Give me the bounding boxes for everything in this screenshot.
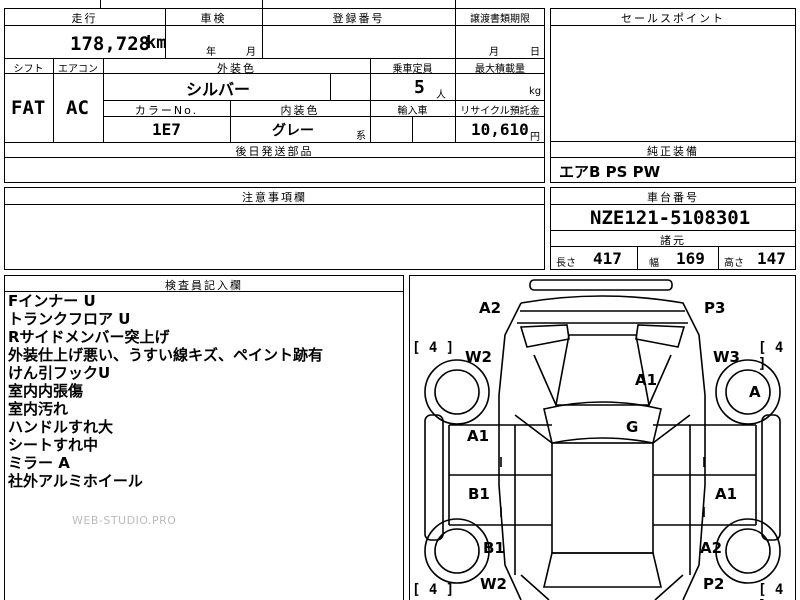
mark-w3-front-right: W3 bbox=[713, 348, 740, 366]
tread-rear-right: [ 4 ] bbox=[758, 582, 784, 600]
factory-equipment-value: エアB PS PW bbox=[559, 163, 661, 181]
tread-value: 4 bbox=[774, 340, 784, 356]
aircon-value: AC bbox=[66, 97, 89, 119]
interior-color-header: 内装色 bbox=[280, 104, 320, 117]
specs-header: 諸元 bbox=[660, 234, 686, 247]
height-value: 147 bbox=[757, 249, 786, 268]
length-value: 417 bbox=[593, 249, 622, 268]
exterior-color-header: 外装色 bbox=[217, 62, 256, 75]
inspection-year: 年 bbox=[206, 47, 216, 58]
mark-b1-left-rear-door: B1 bbox=[468, 485, 490, 503]
recycle-value: 10,610 bbox=[471, 120, 529, 139]
capacity-value: 5 bbox=[414, 77, 425, 98]
mark-a-front-right-wheel: A bbox=[749, 383, 761, 401]
note-line: ミラー A bbox=[8, 454, 70, 472]
max-load-header: 最大積載量 bbox=[475, 64, 525, 75]
shift-header: シフト bbox=[13, 64, 44, 75]
exterior-color-value: シルバー bbox=[186, 80, 251, 99]
sales-point-header: セールスポイント bbox=[621, 12, 725, 25]
tread-front-left: [ 4 ] bbox=[412, 340, 455, 356]
width-value: 169 bbox=[676, 249, 705, 268]
transfer-day: 日 bbox=[530, 47, 540, 58]
note-line: 室内内張傷 bbox=[8, 382, 84, 400]
tread-value: 4 bbox=[774, 582, 784, 598]
plate-header: 登録番号 bbox=[332, 12, 385, 25]
mileage-unit: km bbox=[146, 33, 167, 53]
note-line: 社外アルミホイール bbox=[8, 472, 143, 490]
interior-color-value: グレー bbox=[272, 123, 314, 139]
note-line: シートすれ中 bbox=[8, 436, 99, 454]
factory-equipment-header: 純正装備 bbox=[647, 145, 699, 158]
color-no-value: 1E7 bbox=[152, 120, 181, 139]
chassis-header: 車台番号 bbox=[647, 191, 699, 204]
sales-point-box bbox=[550, 8, 796, 143]
length-label: 長さ bbox=[556, 258, 576, 269]
color-no-header: カラーNo. bbox=[134, 104, 199, 117]
note-line: 室内汚れ bbox=[8, 400, 69, 418]
shift-value: FAT bbox=[11, 97, 46, 119]
later-parts-header: 後日発送部品 bbox=[235, 145, 314, 158]
aircon-header: エアコン bbox=[58, 64, 98, 75]
inspector-header: 検査員記入欄 bbox=[165, 279, 243, 292]
note-line: Fインナー U bbox=[8, 292, 96, 310]
note-line: ハンドルすれ大 bbox=[8, 418, 114, 436]
note-line: 外装仕上げ悪い、うすい線キズ、ペイント跡有 bbox=[8, 346, 324, 364]
capacity-unit: 人 bbox=[436, 90, 446, 101]
tread-rear-left: [ 4 ] bbox=[412, 582, 455, 598]
chassis-value: NZE121-5108301 bbox=[590, 207, 751, 229]
mark-a1-hood: A1 bbox=[635, 371, 658, 389]
caution-header: 注意事項欄 bbox=[242, 191, 307, 204]
recycle-unit: 円 bbox=[530, 132, 540, 143]
import-header: 輸入車 bbox=[397, 106, 428, 117]
mark-p2-rear-right: P2 bbox=[703, 575, 725, 593]
tread-front-right: [ 4 ] bbox=[758, 340, 784, 372]
mark-a1-right-rear-door: A1 bbox=[715, 485, 738, 503]
watermark: WEB-STUDIO.PRO bbox=[72, 514, 177, 527]
mark-a1-left-front-door: A1 bbox=[467, 427, 490, 445]
max-load-unit: kg bbox=[529, 86, 542, 97]
width-label: 幅 bbox=[649, 258, 659, 269]
mileage-value: 178,728 bbox=[70, 33, 151, 55]
mark-a2-right-rear: A2 bbox=[700, 539, 723, 557]
mark-w2-front-left: W2 bbox=[465, 348, 492, 366]
interior-color-suffix: 系 bbox=[356, 131, 366, 142]
note-line: Rサイドメンバー突上げ bbox=[8, 328, 170, 346]
recycle-header: リサイクル預託金 bbox=[460, 106, 540, 117]
capacity-header: 乗車定員 bbox=[392, 64, 433, 75]
note-line: けん引フックU bbox=[8, 364, 111, 382]
height-label: 高さ bbox=[724, 258, 744, 269]
mark-w2-rear-left: W2 bbox=[480, 575, 507, 593]
tread-value: 4 bbox=[428, 582, 438, 598]
mark-p3-front-right: P3 bbox=[704, 299, 726, 317]
mileage-header: 走行 bbox=[71, 12, 98, 25]
inspection-month: 月 bbox=[246, 47, 256, 58]
inspection-header: 車検 bbox=[200, 12, 227, 25]
transfer-header: 譲渡書類期限 bbox=[470, 14, 530, 25]
inspector-notes-list: Fインナー U トランクフロア U Rサイドメンバー突上げ 外装仕上げ悪い、うす… bbox=[8, 292, 323, 490]
mark-b1-left-rear-wheel: B1 bbox=[483, 539, 505, 557]
note-line: トランクフロア U bbox=[8, 310, 131, 328]
transfer-month: 月 bbox=[489, 47, 499, 58]
mark-a2-front-left: A2 bbox=[479, 299, 502, 317]
tread-value: 4 bbox=[428, 340, 438, 356]
mark-g-windshield: G bbox=[626, 418, 639, 436]
